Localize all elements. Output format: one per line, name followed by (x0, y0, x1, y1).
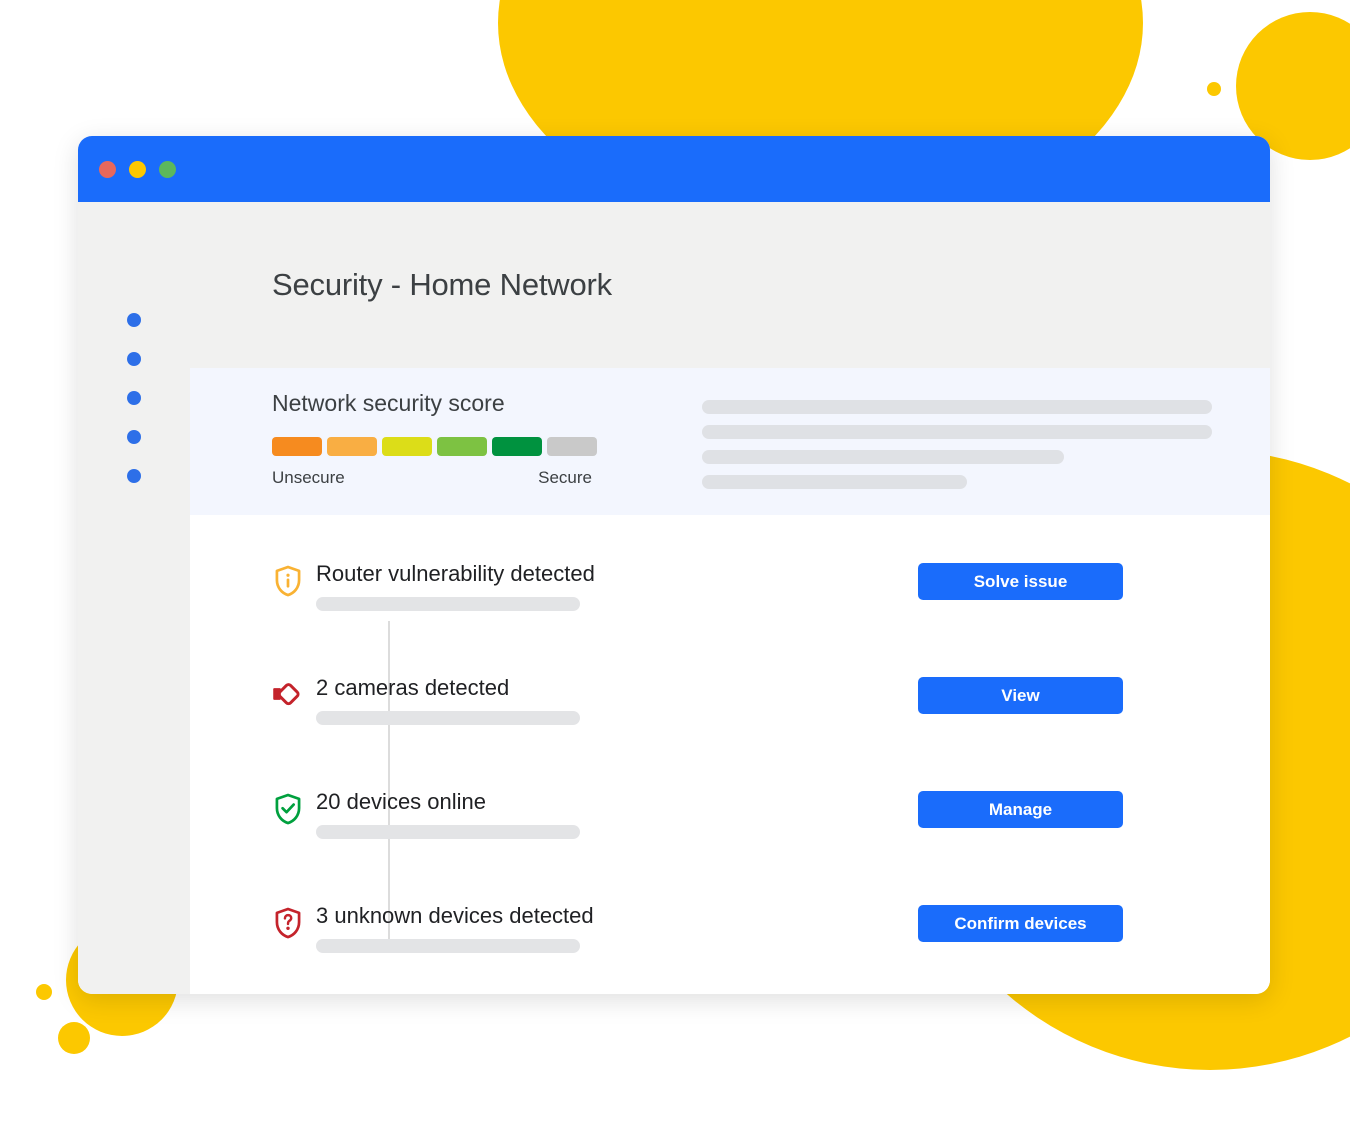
score-segment-4 (437, 437, 487, 456)
camera-icon (272, 679, 304, 709)
list-item-action: Manage (918, 787, 1270, 828)
list-item-title: 3 unknown devices detected (316, 903, 594, 928)
list-item-body: 2 cameras detected (316, 673, 918, 725)
shield-question-icon (272, 907, 304, 939)
sidebar-item-2[interactable] (78, 339, 190, 378)
list-item-action: Confirm devices (918, 901, 1270, 942)
sidebar-dot-icon (127, 429, 141, 444)
score-segment-5 (492, 437, 542, 456)
security-items-list: Router vulnerability detected Solve issu… (190, 515, 1270, 994)
placeholder-bar (702, 475, 967, 489)
list-item-body: 20 devices online (316, 787, 918, 839)
shield-check-icon (272, 793, 304, 825)
list-item-body: Router vulnerability detected (316, 559, 918, 611)
placeholder-bar (702, 450, 1064, 464)
sidebar-dot-icon (127, 312, 141, 327)
score-heading: Network security score (272, 390, 505, 416)
list-item: 2 cameras detected View (190, 673, 1270, 787)
list-item-title: Router vulnerability detected (316, 561, 595, 586)
maximize-button[interactable] (159, 160, 176, 178)
solve-issue-button[interactable]: Solve issue (918, 563, 1123, 600)
score-left-column: Network security score Unsecure Secure (272, 390, 702, 515)
score-description-placeholder (702, 390, 1270, 515)
sidebar-item-4[interactable] (78, 417, 190, 456)
app-window: Security - Home Network Network security… (78, 136, 1270, 994)
sidebar-item-5[interactable] (78, 456, 190, 495)
list-item: 20 devices online Manage (190, 787, 1270, 901)
score-label-unsecure: Unsecure (272, 468, 345, 487)
security-score-meter (272, 437, 702, 456)
manage-button[interactable]: Manage (918, 791, 1123, 828)
view-button[interactable]: View (918, 677, 1123, 714)
sidebar-dot-icon (127, 390, 141, 405)
page-header: Security - Home Network (190, 202, 1270, 368)
confirm-devices-button[interactable]: Confirm devices (918, 905, 1123, 942)
list-item-placeholder (316, 939, 580, 953)
score-segment-3 (382, 437, 432, 456)
minimize-button[interactable] (129, 160, 146, 178)
decor-dot-top-right (1207, 82, 1221, 96)
score-label-secure: Secure (538, 468, 592, 487)
sidebar (78, 202, 190, 994)
list-item-action: Solve issue (918, 559, 1270, 600)
sidebar-item-1[interactable] (78, 300, 190, 339)
list-item-title: 2 cameras detected (316, 675, 510, 700)
sidebar-dot-icon (127, 351, 141, 366)
score-segment-1 (272, 437, 322, 456)
shield-info-icon (272, 565, 304, 597)
score-segment-6 (547, 437, 597, 456)
score-segment-2 (327, 437, 377, 456)
placeholder-bar (702, 400, 1212, 414)
window-titlebar (78, 136, 1270, 202)
page-title: Security - Home Network (272, 267, 612, 302)
list-item-title: 20 devices online (316, 789, 487, 814)
list-item-placeholder (316, 597, 580, 611)
list-item-placeholder (316, 825, 580, 839)
score-scale-labels: Unsecure Secure (272, 468, 592, 488)
list-item: Router vulnerability detected Solve issu… (190, 559, 1270, 673)
sidebar-item-3[interactable] (78, 378, 190, 417)
decor-dot-bottom-left (58, 1022, 90, 1054)
decor-dot-bottom-left-small (36, 984, 52, 1000)
placeholder-bar (702, 425, 1212, 439)
list-item-body: 3 unknown devices detected (316, 901, 918, 953)
window-body: Security - Home Network Network security… (78, 202, 1270, 994)
list-item: 3 unknown devices detected Confirm devic… (190, 901, 1270, 994)
sidebar-dot-icon (127, 468, 141, 483)
list-item-placeholder (316, 711, 580, 725)
network-security-score-panel: Network security score Unsecure Secure (190, 368, 1270, 515)
main-content: Security - Home Network Network security… (190, 202, 1270, 994)
list-item-action: View (918, 673, 1270, 714)
close-button[interactable] (99, 160, 116, 178)
